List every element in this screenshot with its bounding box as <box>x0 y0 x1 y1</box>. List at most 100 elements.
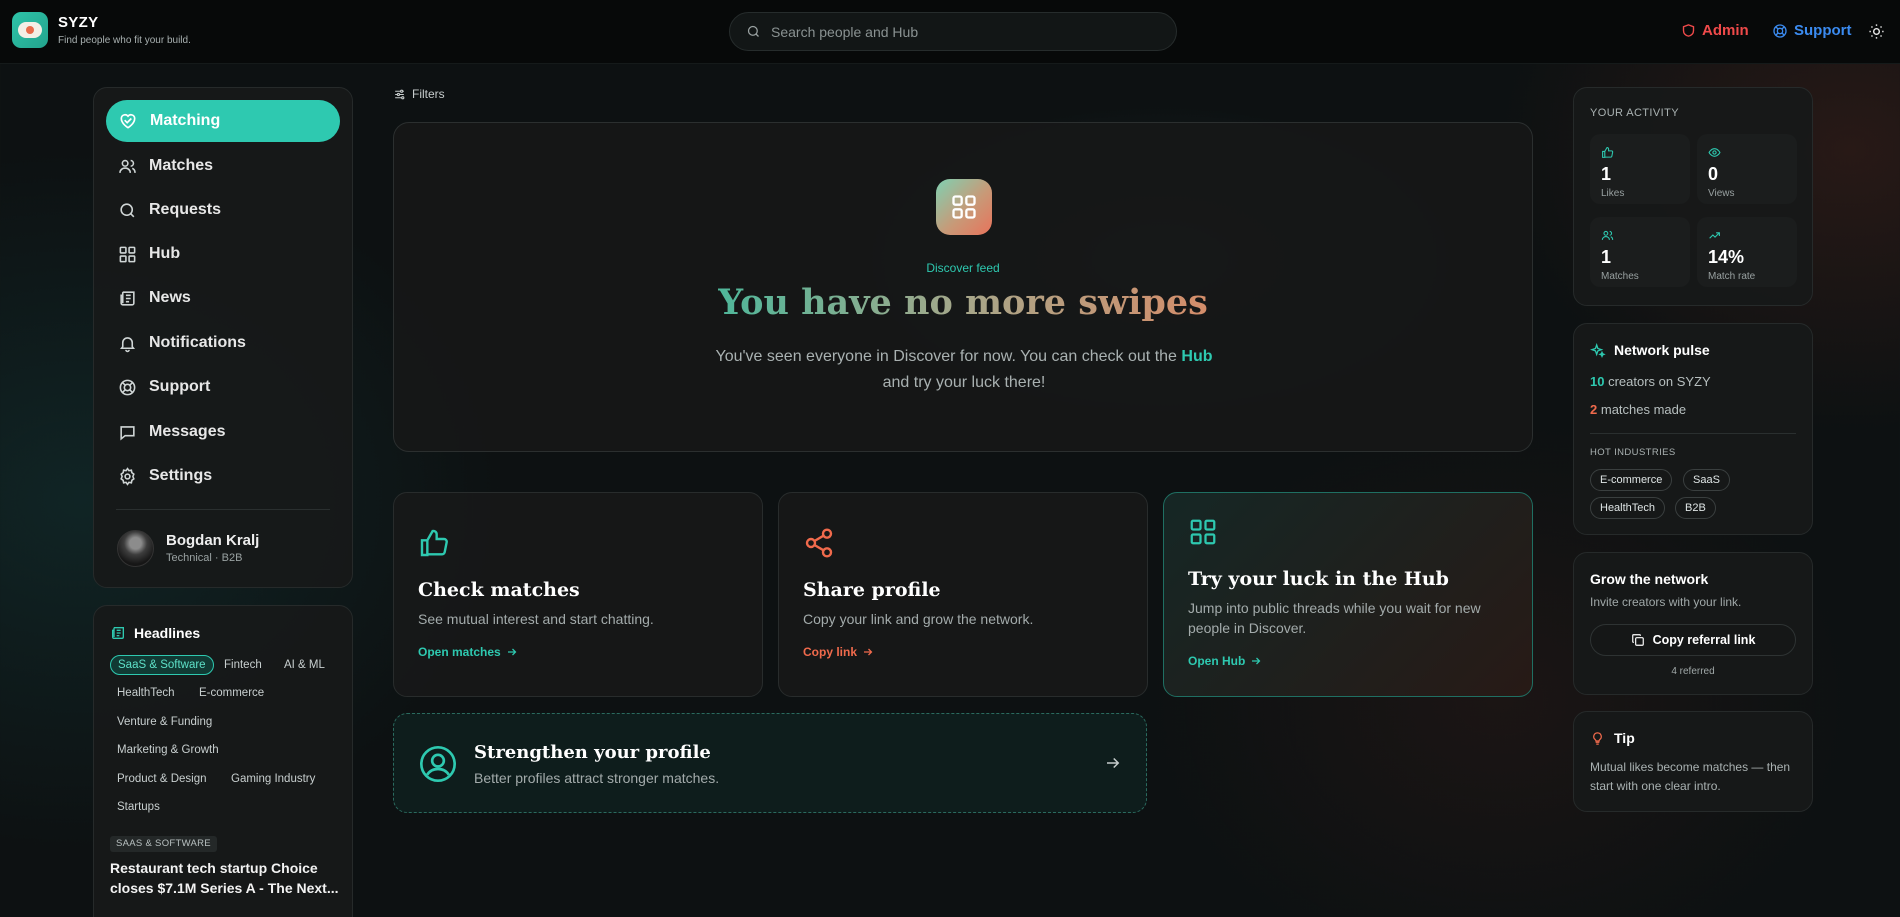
arrow-right-icon <box>862 646 874 658</box>
thumbs-up-icon <box>418 527 450 559</box>
sliders-icon <box>393 88 406 101</box>
grid-icon <box>936 179 992 235</box>
stat-views: 0 Views <box>1697 134 1797 204</box>
theme-toggle-button[interactable] <box>1868 23 1885 40</box>
activity-panel: YOUR ACTIVITY 1 Likes 0 Views 1 Matches … <box>1573 87 1813 306</box>
chip-marketing-growth[interactable]: Marketing & Growth <box>110 740 226 760</box>
industry-chip[interactable]: B2B <box>1675 497 1716 519</box>
pulse-title: Network pulse <box>1614 342 1710 358</box>
lifebuoy-icon <box>1772 23 1788 39</box>
search-input[interactable] <box>771 23 1151 40</box>
hero-description: You've seen everyone in Discover for now… <box>715 348 1213 391</box>
sun-icon <box>1868 23 1885 40</box>
sidebar-item-label: Requests <box>149 201 222 218</box>
sidebar-item-label: Support <box>149 378 211 395</box>
sidebar-item-matching[interactable]: Matching <box>106 100 340 142</box>
stat-match-rate: 14% Match rate <box>1697 217 1797 287</box>
divider <box>1590 433 1796 434</box>
card-title: Try your luck in the Hub <box>1188 568 1449 590</box>
filters-button[interactable]: Filters <box>393 87 445 101</box>
creators-count: 10 creators on SYZY <box>1590 374 1711 389</box>
sidebar-item-hub[interactable]: Hub <box>106 233 340 275</box>
shield-icon <box>1681 23 1696 38</box>
user-name[interactable]: Bogdan Kralj <box>166 532 259 549</box>
stat-matches: 1 Matches <box>1590 217 1690 287</box>
sidebar-item-notifications[interactable]: Notifications <box>106 322 340 364</box>
industry-chip[interactable]: E-commerce <box>1590 469 1673 491</box>
user-circle-icon <box>418 744 458 784</box>
discover-empty-state: Discover feed You have no more swipes Yo… <box>393 122 1533 452</box>
chip-startups[interactable]: Startups <box>110 797 167 817</box>
card-description: Copy your link and grow the network. <box>803 611 1034 627</box>
sparkles-icon <box>1590 343 1606 359</box>
hero-title: You have no more swipes <box>718 282 1208 323</box>
chip-product-design[interactable]: Product & Design <box>110 769 214 789</box>
app-name: SYZY <box>58 14 99 31</box>
article-tag: SAAS & SOFTWARE <box>110 836 217 852</box>
chip-ai-ml[interactable]: AI & ML <box>277 655 332 675</box>
sidebar-item-label: Settings <box>149 467 213 484</box>
matches-made: 2 matches made <box>1590 402 1687 417</box>
chip-venture-funding[interactable]: Venture & Funding <box>110 712 219 732</box>
chip-gaming-industry[interactable]: Gaming Industry <box>224 769 322 789</box>
sidebar-item-news[interactable]: News <box>106 277 340 319</box>
sidebar-item-label: Hub <box>149 245 181 262</box>
article-title[interactable]: Restaurant tech startup Choice closes $7… <box>110 858 342 898</box>
sidebar-item-label: News <box>149 289 191 306</box>
copy-referral-link-button[interactable]: Copy referral link <box>1590 624 1796 656</box>
admin-label: Admin <box>1702 22 1749 39</box>
chip-ecommerce[interactable]: E-commerce <box>192 683 271 703</box>
grow-title: Grow the network <box>1590 571 1709 587</box>
bell-icon <box>118 334 137 353</box>
chip-fintech[interactable]: Fintech <box>217 655 269 675</box>
open-matches-link[interactable]: Open matches <box>418 645 518 659</box>
hub-card[interactable]: Try your luck in the Hub Jump into publi… <box>1163 492 1533 697</box>
sidebar-item-requests[interactable]: Requests <box>106 189 340 231</box>
search-bar[interactable] <box>729 12 1177 51</box>
sidebar-item-matches[interactable]: Matches <box>106 145 340 187</box>
strengthen-profile-card[interactable]: Strengthen your profile Better profiles … <box>393 713 1147 813</box>
filters-label: Filters <box>412 87 445 101</box>
stat-likes: 1 Likes <box>1590 134 1690 204</box>
lightbulb-icon <box>1590 731 1605 746</box>
arrow-right-icon <box>506 646 518 658</box>
arrow-right-icon <box>1250 655 1262 667</box>
check-matches-card[interactable]: Check matches See mutual interest and st… <box>393 492 763 697</box>
referred-count: 4 referred <box>1671 666 1715 677</box>
card-description: Better profiles attract stronger matches… <box>474 770 720 786</box>
tip-title: Tip <box>1614 730 1635 746</box>
headlines-panel: Headlines SaaS & Software Fintech AI & M… <box>93 605 353 917</box>
sidebar-item-support[interactable]: Support <box>106 366 340 408</box>
app-tagline: Find people who fit your build. <box>58 35 191 46</box>
sidebar-item-settings[interactable]: Settings <box>106 455 340 497</box>
logo[interactable] <box>12 12 48 48</box>
newspaper-icon <box>110 625 126 641</box>
support-label: Support <box>1794 22 1852 39</box>
card-title: Check matches <box>418 579 580 601</box>
chip-healthtech[interactable]: HealthTech <box>110 683 182 703</box>
share-profile-card[interactable]: Share profile Copy your link and grow th… <box>778 492 1148 697</box>
sidebar-item-label: Messages <box>149 423 226 440</box>
admin-link[interactable]: Admin <box>1681 22 1749 39</box>
hub-link[interactable]: Hub <box>1181 348 1212 365</box>
sidebar-nav: Matching Matches Requests Hub News Notif… <box>93 87 353 588</box>
sidebar-item-label: Matches <box>149 157 214 174</box>
gear-icon <box>118 466 137 486</box>
industry-chip[interactable]: SaaS <box>1683 469 1730 491</box>
grow-description: Invite creators with your link. <box>1590 595 1742 609</box>
industry-chip[interactable]: HealthTech <box>1590 497 1666 519</box>
sidebar-item-messages[interactable]: Messages <box>106 411 340 453</box>
headlines-title: Headlines <box>134 625 201 641</box>
avatar[interactable] <box>117 530 154 567</box>
lifebuoy-icon <box>118 378 137 397</box>
open-hub-link[interactable]: Open Hub <box>1188 654 1262 668</box>
search-icon <box>746 24 761 39</box>
copy-icon <box>1631 633 1645 647</box>
support-link[interactable]: Support <box>1772 22 1852 39</box>
copy-link-button[interactable]: Copy link <box>803 645 874 659</box>
sidebar-item-label: Notifications <box>149 334 246 351</box>
heart-handshake-icon <box>118 111 138 131</box>
chip-saas-software[interactable]: SaaS & Software <box>110 655 214 675</box>
hot-industries-label: HOT INDUSTRIES <box>1590 447 1676 458</box>
top-bar: SYZY Find people who fit your build. Adm… <box>0 0 1900 64</box>
